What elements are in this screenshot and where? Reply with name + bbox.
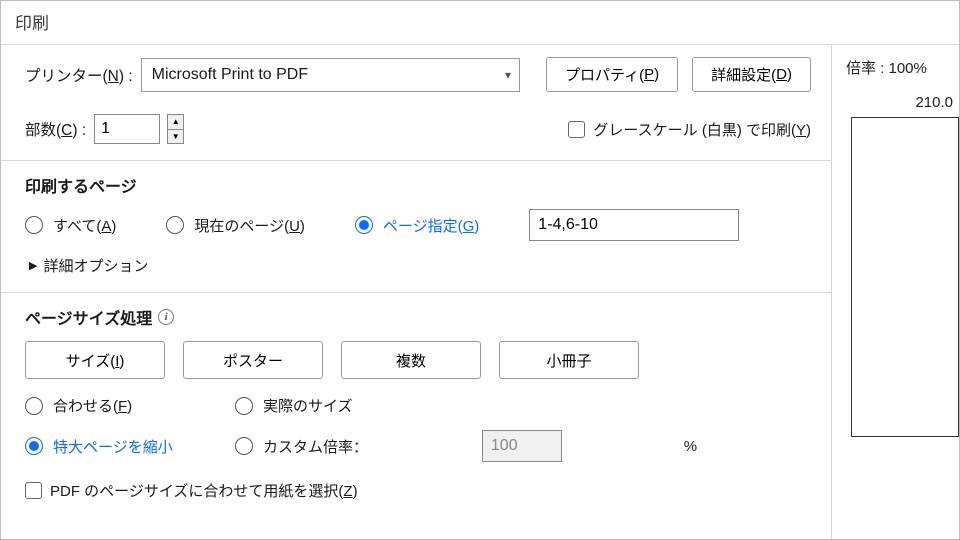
printer-label: プリンター(N) : <box>25 64 133 86</box>
choose-paper-label: PDF のページサイズに合わせて用紙を選択(Z) <box>50 480 358 501</box>
sizing-radio-custom[interactable]: カスタム倍率： <box>235 436 482 457</box>
grayscale-checkbox[interactable]: グレースケール (白黒) で印刷(Y) <box>568 119 811 140</box>
copies-spinner: ▲ ▼ <box>167 114 184 144</box>
printer-select-value: Microsoft Print to PDF <box>152 66 308 84</box>
sizing-tab-multiple[interactable]: 複数 <box>341 341 481 379</box>
preview-scale-label: 倍率 : 100% <box>846 57 959 78</box>
more-options-disclosure[interactable]: ▶ 詳細オプション <box>25 255 811 276</box>
properties-button[interactable]: プロパティ(P) <box>546 57 678 92</box>
window-title: 印刷 <box>1 1 959 45</box>
sizing-group-title: ページサイズ処理 i <box>25 305 811 329</box>
sizing-tab-booklet[interactable]: 小冊子 <box>499 341 639 379</box>
copies-spinner-down[interactable]: ▼ <box>167 129 184 144</box>
radio-icon <box>25 397 43 415</box>
radio-icon <box>25 437 43 455</box>
custom-scale-unit: % <box>676 438 811 455</box>
info-icon[interactable]: i <box>158 309 174 325</box>
radio-icon <box>235 397 253 415</box>
triangle-right-icon: ▶ <box>29 259 37 272</box>
radio-icon <box>235 437 253 455</box>
pages-radio-all[interactable]: すべて(A) <box>25 215 116 236</box>
copies-label: 部数(C) : <box>25 118 86 140</box>
preview-width-label: 210.0 <box>846 94 959 111</box>
grayscale-label: グレースケール (白黒) で印刷(Y) <box>593 119 811 140</box>
pages-radio-current[interactable]: 現在のページ(U) <box>166 215 305 236</box>
copies-input[interactable] <box>94 114 160 144</box>
page-range-input[interactable] <box>529 209 739 241</box>
custom-scale-input <box>482 430 562 462</box>
pages-group-title: 印刷するページ <box>25 173 811 197</box>
radio-icon <box>166 216 184 234</box>
pages-radio-range[interactable]: ページ指定(G) <box>355 215 479 236</box>
sizing-radio-fit[interactable]: 合わせる(F) <box>25 395 235 416</box>
radio-icon <box>355 216 373 234</box>
settings-pane: プリンター(N) : Microsoft Print to PDF ▾ プロパテ… <box>1 45 831 539</box>
chevron-down-icon: ▾ <box>505 68 511 82</box>
pages-section: 印刷するページ すべて(A) 現在のページ(U) ページ指定(G) <box>1 161 831 293</box>
copies-spinner-up[interactable]: ▲ <box>167 114 184 129</box>
preview-pane: 倍率 : 100% 210.0 <box>831 45 959 539</box>
choose-paper-checkbox[interactable]: PDF のページサイズに合わせて用紙を選択(Z) <box>25 480 358 501</box>
checkbox-icon <box>568 121 585 138</box>
sizing-radio-shrink[interactable]: 特大ページを縮小 <box>25 436 235 457</box>
advanced-settings-button[interactable]: 詳細設定(D) <box>692 57 811 92</box>
sizing-radio-actual[interactable]: 実際のサイズ <box>235 395 811 416</box>
printer-select[interactable]: Microsoft Print to PDF ▾ <box>141 58 520 92</box>
printer-section: プリンター(N) : Microsoft Print to PDF ▾ プロパテ… <box>1 45 831 161</box>
sizing-tab-size[interactable]: サイズ(I) <box>25 341 165 379</box>
sizing-tab-poster[interactable]: ポスター <box>183 341 323 379</box>
print-dialog: 印刷 プリンター(N) : Microsoft Print to PDF ▾ プ… <box>0 0 960 540</box>
radio-icon <box>25 216 43 234</box>
preview-thumbnail <box>851 117 959 437</box>
checkbox-icon <box>25 482 42 499</box>
sizing-section: ページサイズ処理 i サイズ(I) ポスター 複数 小冊子 合わせる(F) <box>1 293 831 519</box>
